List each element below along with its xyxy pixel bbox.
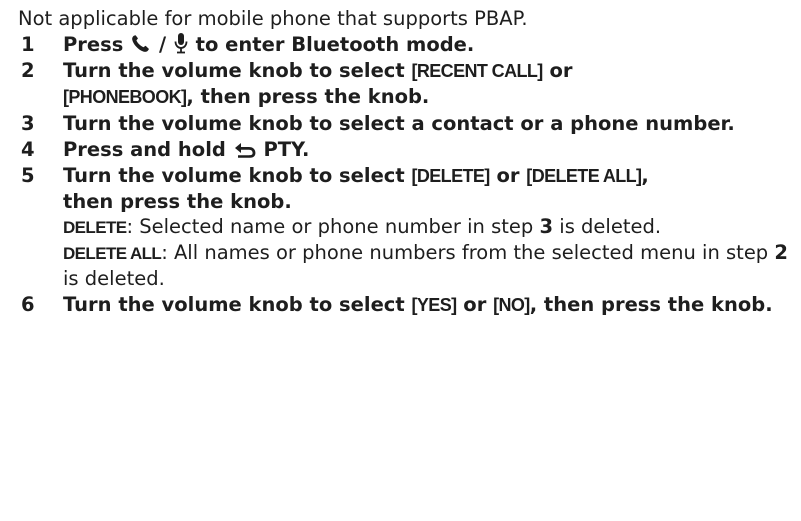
step-2-text-b: , then press the knob. [186, 85, 430, 108]
step-number: 5 [21, 164, 35, 187]
delete-description-end: is deleted. [559, 215, 662, 238]
delete-all-term: DELETE ALL [63, 244, 162, 263]
step-2-text-a: Turn the volume knob to select [63, 59, 405, 82]
step-2-or: or [549, 59, 573, 82]
step-list: 1 Press / to enter Bluetooth mode. 2 Tur… [18, 32, 801, 318]
step-1-rest: to enter Bluetooth mode. [195, 33, 475, 56]
menu-item-recent-call: [RECENT CALL] [411, 61, 543, 81]
step-text: Turn the volume knob to select a contact… [63, 112, 735, 135]
delete-term: DELETE [63, 218, 127, 237]
menu-item-delete: [DELETE] [411, 166, 490, 186]
step-text: Turn the volume knob to select [DELETE] … [63, 164, 649, 213]
delete-all-description: : All names or phone numbers from the se… [161, 241, 769, 264]
step-text: Press and hold PTY. [63, 138, 309, 161]
step-reference: 3 [539, 215, 554, 238]
delete-description: : Selected name or phone number in step [126, 215, 534, 238]
step-6-text-a: Turn the volume knob to select [63, 293, 405, 316]
step-3: 3 Turn the volume knob to select a conta… [18, 111, 801, 136]
step-4-end: . [301, 138, 310, 161]
step-1-slash: / [158, 33, 167, 56]
step-text: Press / to enter Bluetooth mode. [63, 33, 474, 56]
step-4-text: Press and hold [63, 138, 226, 161]
step-6-or: or [463, 293, 487, 316]
phone-icon [130, 34, 152, 54]
step-number: 6 [21, 293, 35, 316]
step-5-comma: , [641, 164, 649, 187]
step-number: 4 [21, 138, 35, 161]
step-number: 1 [21, 33, 35, 56]
step-reference: 2 [774, 241, 788, 264]
step-5-or: or [496, 164, 520, 187]
menu-item-no: [NO] [493, 295, 530, 315]
intro-note: Not applicable for mobile phone that sup… [18, 7, 528, 30]
back-arrow-icon [233, 141, 257, 159]
step-6-text-b: , then press the knob. [529, 293, 773, 316]
delete-note: DELETE: Selected name or phone number in… [63, 214, 801, 240]
pty-button-label: PTY [263, 138, 302, 161]
microphone-icon [173, 32, 189, 54]
manual-page: Not applicable for mobile phone that sup… [0, 0, 801, 521]
delete-all-description-end: is deleted. [63, 267, 165, 290]
step-1: 1 Press / to enter Bluetooth mode. [18, 32, 801, 57]
step-5-text-a: Turn the volume knob to select [63, 164, 405, 187]
step-1-press: Press [63, 33, 124, 56]
step-2: 2 Turn the volume knob to select [RECENT… [18, 58, 801, 110]
menu-item-delete-all: [DELETE ALL] [526, 166, 642, 186]
menu-item-yes: [YES] [411, 295, 457, 315]
step-5-text-c: then press the knob. [63, 190, 292, 213]
step-number: 2 [21, 59, 35, 82]
step-5: 5 Turn the volume knob to select [DELETE… [18, 163, 801, 291]
step-text: Turn the volume knob to select [YES] or … [63, 293, 773, 316]
delete-all-note: DELETE ALL: All names or phone numbers f… [63, 240, 801, 291]
menu-item-phonebook: [PHONEBOOK] [63, 87, 187, 107]
step-number: 3 [21, 112, 35, 135]
step-6: 6 Turn the volume knob to select [YES] o… [18, 292, 801, 318]
step-4: 4 Press and hold PTY. [18, 137, 801, 162]
step-text: Turn the volume knob to select [RECENT C… [63, 59, 572, 108]
